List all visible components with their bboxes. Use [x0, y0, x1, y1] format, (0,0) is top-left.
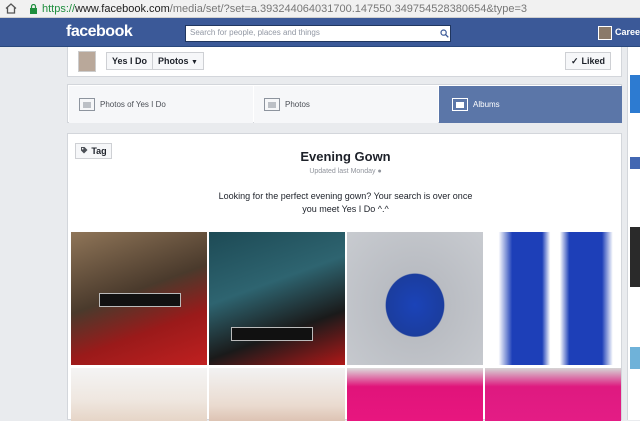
album-icon: [452, 98, 468, 111]
photos-dropdown[interactable]: Photos ▼: [153, 56, 203, 66]
lock-icon: [28, 3, 38, 14]
photo-stack-icon: [79, 98, 95, 111]
user-name-link[interactable]: Careen: [615, 27, 640, 37]
tab-label: Photos: [285, 100, 310, 109]
page-header: Yes I Do Photos ▼ ✓ Liked: [67, 47, 622, 77]
photo-pink-gown-model[interactable]: [71, 368, 207, 421]
tab-label: Albums: [473, 100, 500, 109]
album-title: Evening Gown: [300, 149, 391, 164]
check-icon: ✓: [570, 55, 579, 66]
photo-blue-mermaid-gown[interactable]: [347, 232, 483, 365]
search-input[interactable]: Search for people, places and things: [185, 25, 451, 42]
globe-icon: ●: [377, 168, 382, 175]
sidebar-ad-image-3[interactable]: [630, 347, 640, 369]
user-avatar[interactable]: [598, 26, 612, 40]
photo-icon: [264, 98, 280, 111]
sidebar-ad-image[interactable]: [630, 75, 640, 113]
url-path: /media/set/?set=a.393244064031700.147550…: [169, 2, 528, 15]
tab-label: Photos of Yes I Do: [100, 100, 166, 109]
album-updated: Updated last Monday ●: [68, 168, 623, 175]
page-profile-picture[interactable]: [78, 51, 96, 72]
tab-photos[interactable]: Photos: [254, 86, 438, 123]
facebook-top-bar: facebook Search for people, places and t…: [0, 18, 640, 47]
photo-couple-red-gown[interactable]: [71, 232, 207, 365]
url-scheme: https://: [42, 2, 76, 15]
sidebar-ad-icon[interactable]: [630, 157, 640, 169]
updated-text: Updated last Monday: [309, 168, 376, 175]
photo-pink-gown-back[interactable]: [209, 368, 345, 421]
tab-photos-of[interactable]: Photos of Yes I Do: [69, 86, 253, 123]
photo-pink-bodice-back[interactable]: [485, 368, 621, 421]
url-host: www.facebook.com: [75, 2, 170, 15]
facebook-logo[interactable]: facebook: [66, 23, 133, 41]
photo-watermark: [99, 293, 181, 307]
photo-couple-red-roses[interactable]: [209, 232, 345, 365]
chevron-down-icon: ▼: [191, 59, 198, 66]
photos-dropdown-label: Photos: [158, 56, 189, 66]
home-icon[interactable]: [4, 2, 18, 16]
page-breadcrumb: Yes I Do Photos ▼: [106, 52, 204, 70]
tab-albums[interactable]: Albums: [439, 86, 622, 123]
photo-tabs: Photos of Yes I Do Photos Albums: [67, 84, 622, 123]
album-content: Tag Evening Gown Updated last Monday ● L…: [67, 133, 623, 421]
photo-pink-bodice-front[interactable]: [347, 368, 483, 421]
liked-label: Liked: [581, 56, 606, 66]
sidebar-ad-image-2[interactable]: [630, 227, 640, 287]
browser-address-bar: https://www.facebook.com/media/set/?set=…: [0, 0, 640, 18]
right-sidebar: [627, 47, 640, 420]
photo-blue-gown-front-back[interactable]: [485, 232, 621, 365]
url-field[interactable]: https://www.facebook.com/media/set/?set=…: [42, 3, 527, 15]
search-icon[interactable]: [438, 26, 450, 41]
album-description: Looking for the perfect evening gown? Yo…: [218, 191, 473, 214]
page-name-link[interactable]: Yes I Do: [107, 56, 152, 66]
photo-watermark: [231, 327, 313, 341]
liked-button[interactable]: ✓ Liked: [565, 52, 611, 70]
